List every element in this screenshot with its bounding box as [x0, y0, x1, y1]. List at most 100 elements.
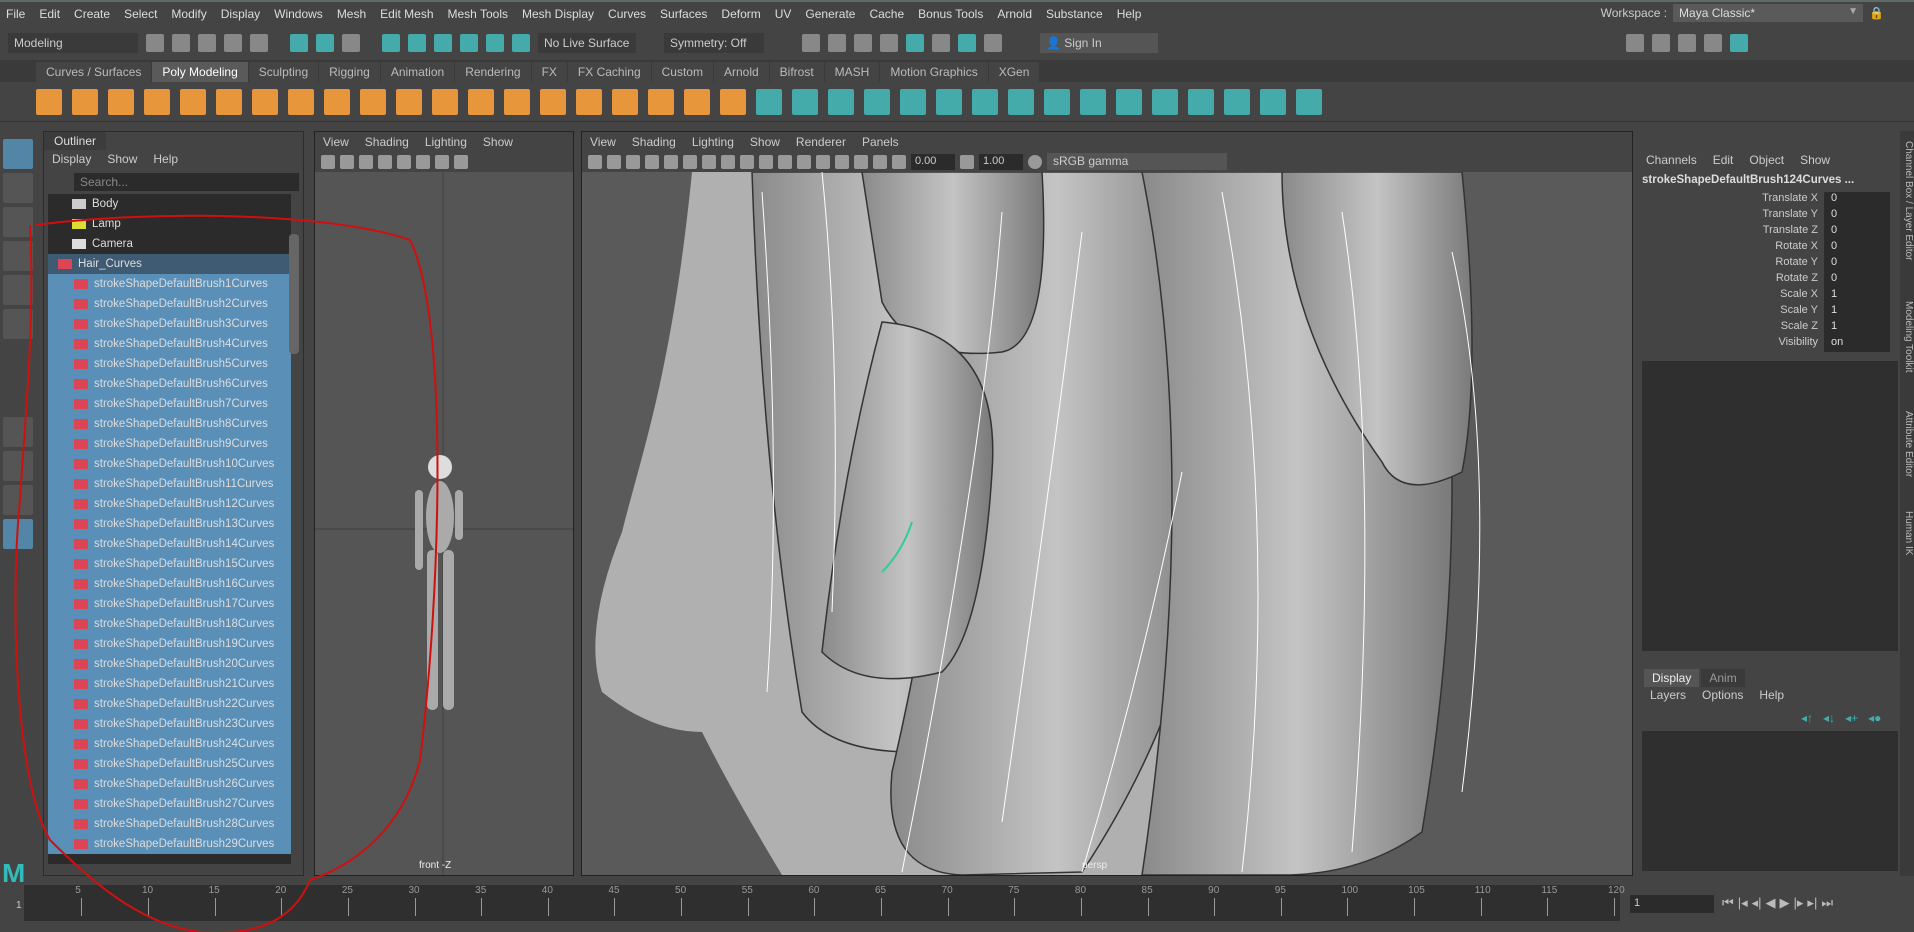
disc-icon[interactable] [252, 88, 278, 115]
shelf-tab-curves-surfaces[interactable]: Curves / Surfaces [36, 62, 152, 82]
menu-help[interactable]: Help [1117, 7, 1142, 21]
shelf-tab-poly-modeling[interactable]: Poly Modeling [152, 62, 248, 82]
outliner-item[interactable]: strokeShapeDefaultBrush15Curves [48, 554, 291, 574]
menu-deform[interactable]: Deform [721, 7, 760, 21]
bookmark-icon[interactable] [645, 154, 659, 169]
hypershade-icon[interactable] [906, 34, 924, 52]
lock-camera-icon[interactable] [340, 154, 354, 169]
menu-generate[interactable]: Generate [805, 7, 855, 21]
svg-icon[interactable] [396, 88, 422, 115]
lights-icon[interactable] [797, 154, 811, 169]
render-settings-icon[interactable] [880, 34, 898, 52]
move-layer-up-icon[interactable]: ◂↑ [1801, 711, 1813, 725]
channel-value[interactable]: 0 [1824, 256, 1890, 272]
lasso-tool-icon[interactable] [3, 173, 33, 203]
outliner-item[interactable]: strokeShapeDefaultBrush9Curves [48, 434, 291, 454]
persp-menu-show[interactable]: Show [750, 135, 780, 149]
move-layer-down-icon[interactable]: ◂↓ [1823, 711, 1835, 725]
wedge-icon[interactable] [1224, 88, 1250, 115]
grid-icon[interactable] [416, 154, 430, 169]
outliner-item[interactable]: strokeShapeDefaultBrush11Curves [48, 474, 291, 494]
side-tab-attribute-editor[interactable]: Attribute Editor [1900, 411, 1914, 477]
outliner-item[interactable]: strokeShapeDefaultBrush18Curves [48, 614, 291, 634]
resolution-gate-icon[interactable] [454, 154, 468, 169]
channel-value[interactable]: 1 [1824, 320, 1890, 336]
outliner-item[interactable]: strokeShapeDefaultBrush28Curves [48, 814, 291, 834]
exposure-field[interactable]: 0.00 [911, 153, 955, 170]
go-to-end-icon[interactable]: ⏭ [1821, 895, 1833, 911]
relax-icon[interactable] [1116, 88, 1142, 115]
sphere-icon[interactable] [36, 88, 62, 115]
layer-menu-layers[interactable]: Layers [1650, 688, 1686, 702]
merge-icon[interactable] [1008, 88, 1034, 115]
select-component-icon[interactable] [342, 34, 360, 52]
outliner-item[interactable]: strokeShapeDefaultBrush22Curves [48, 694, 291, 714]
channel-value[interactable]: 0 [1824, 272, 1890, 288]
outliner-item[interactable]: strokeShapeDefaultBrush1Curves [48, 274, 291, 294]
slide-icon[interactable] [1260, 88, 1286, 115]
menu-surfaces[interactable]: Surfaces [660, 7, 707, 21]
knife-icon[interactable] [828, 88, 854, 115]
lock-camera-icon[interactable] [607, 154, 621, 169]
bookmark-icon[interactable] [378, 154, 392, 169]
play-backwards-icon[interactable]: ◀ [1766, 895, 1776, 911]
outliner-menu-display[interactable]: Display [52, 152, 91, 166]
workspace-dropdown[interactable]: Maya Classic* [1673, 4, 1864, 22]
shelf-tab-arnold[interactable]: Arnold [713, 62, 769, 82]
human-ik-icon[interactable] [1652, 34, 1670, 52]
booleans-icon[interactable] [576, 88, 602, 115]
outliner-item[interactable]: strokeShapeDefaultBrush20Curves [48, 654, 291, 674]
menu-select[interactable]: Select [124, 7, 157, 21]
bridge-icon[interactable] [684, 88, 710, 115]
menu-mesh-display[interactable]: Mesh Display [522, 7, 594, 21]
film-gate-icon[interactable] [702, 154, 716, 169]
outliner-item[interactable]: strokeShapeDefaultBrush23Curves [48, 714, 291, 734]
gamma-field[interactable]: 1.00 [979, 153, 1023, 170]
ambient-occlusion-icon[interactable] [835, 154, 849, 169]
outliner-item[interactable]: strokeShapeDefaultBrush24Curves [48, 734, 291, 754]
outliner-item[interactable]: strokeShapeDefaultBrush29Curves [48, 834, 291, 854]
camera-attributes-icon[interactable] [359, 154, 373, 169]
color-space-dropdown[interactable]: sRGB gamma [1047, 153, 1227, 170]
save-scene-icon[interactable] [198, 34, 216, 52]
menu-substance[interactable]: Substance [1046, 7, 1103, 21]
menu-modify[interactable]: Modify [171, 7, 206, 21]
image-plane-icon[interactable] [397, 154, 411, 169]
outliner-item[interactable]: strokeShapeDefaultBrush25Curves [48, 754, 291, 774]
isolate-select-icon[interactable] [854, 154, 868, 169]
outliner-item[interactable]: strokeShapeDefaultBrush27Curves [48, 794, 291, 814]
select-tool-icon[interactable] [3, 139, 33, 169]
menu-file[interactable]: File [6, 7, 25, 21]
outliner-item[interactable]: strokeShapeDefaultBrush6Curves [48, 374, 291, 394]
camera-attributes-icon[interactable] [626, 154, 640, 169]
new-layer-selected-icon[interactable]: ◂● [1868, 711, 1881, 725]
shelf-tab-animation[interactable]: Animation [380, 62, 455, 82]
menu-bonus-tools[interactable]: Bonus Tools [918, 7, 983, 21]
menu-create[interactable]: Create [74, 7, 110, 21]
menu-mesh[interactable]: Mesh [337, 7, 366, 21]
move-tool-icon[interactable] [3, 241, 33, 271]
side-tab-channel-box[interactable]: Channel Box / Layer Editor [1900, 141, 1914, 261]
color-management-icon[interactable] [1028, 154, 1042, 169]
quad-draw-icon[interactable] [864, 88, 890, 115]
wireframe-icon[interactable] [740, 154, 754, 169]
shelf-tab-fx-caching[interactable]: FX Caching [567, 62, 651, 82]
type-icon[interactable] [360, 88, 386, 115]
symmetry-dropdown[interactable]: Symmetry: Off [664, 33, 764, 53]
torus-icon[interactable] [180, 88, 206, 115]
persp-menu-shading[interactable]: Shading [632, 135, 676, 149]
outliner-item[interactable]: strokeShapeDefaultBrush10Curves [48, 454, 291, 474]
render-view-icon[interactable] [932, 34, 950, 52]
snap-pivot-icon[interactable] [512, 34, 530, 52]
render-frame-icon[interactable] [802, 34, 820, 52]
render-sequence-icon[interactable] [828, 34, 846, 52]
layer-tab-anim[interactable]: Anim [1701, 669, 1745, 687]
single-perspective-layout-icon[interactable] [3, 417, 33, 447]
persp-viewport[interactable]: View Shading Lighting Show Renderer Pane… [581, 131, 1633, 876]
channel-value[interactable]: 0 [1824, 224, 1890, 240]
platonic-icon[interactable] [288, 88, 314, 115]
current-frame-field[interactable]: 1 [1630, 895, 1714, 913]
separate-icon[interactable] [504, 88, 530, 115]
front-menu-lighting[interactable]: Lighting [425, 135, 467, 149]
ipr-render-icon[interactable] [854, 34, 872, 52]
